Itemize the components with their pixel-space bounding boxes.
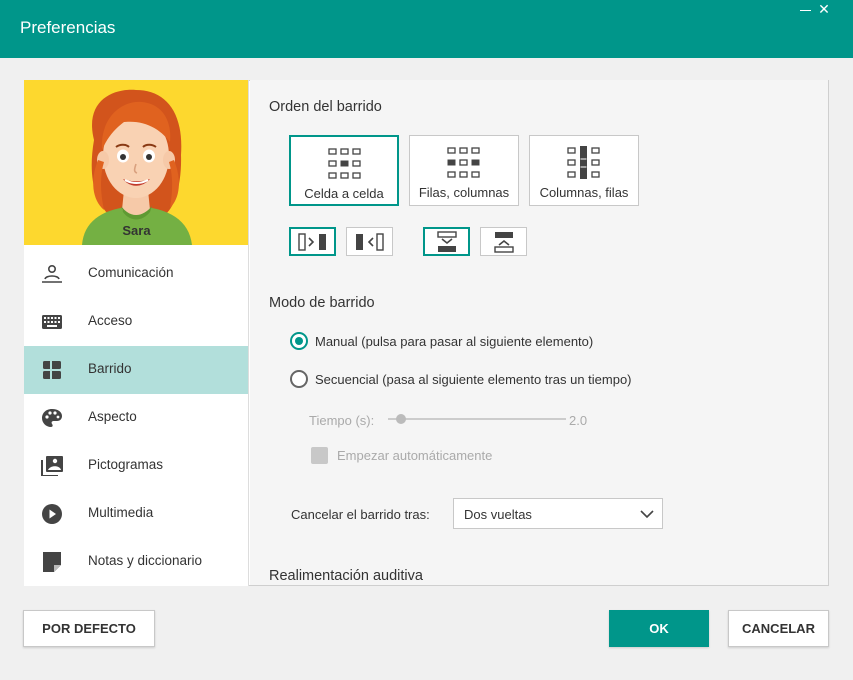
title-bar: Preferencias ✕	[0, 0, 853, 58]
order-columns-rows-button[interactable]: Columnas, filas	[529, 135, 639, 206]
cancel-scan-select[interactable]: Dos vueltas	[453, 498, 663, 529]
grid-cell-icon	[328, 148, 361, 179]
direction-bottom-to-top-button[interactable]	[480, 227, 527, 256]
direction-right-to-left-button[interactable]	[346, 227, 393, 256]
pictograms-icon	[41, 456, 63, 476]
time-slider-handle[interactable]	[396, 414, 406, 424]
default-button[interactable]: POR DEFECTO	[23, 610, 155, 647]
auto-start-checkbox[interactable]	[311, 447, 328, 464]
grid-row-icon	[447, 147, 480, 178]
direction-top-to-bottom-button[interactable]	[423, 227, 470, 256]
sidebar-item-label: Pictogramas	[88, 457, 164, 472]
grid-column-icon	[567, 146, 600, 179]
avatar-illustration	[82, 89, 192, 245]
ok-button[interactable]: OK	[609, 610, 709, 647]
minimize-icon[interactable]	[799, 2, 813, 16]
radio-label: Secuencial (pasa al siguiente elemento t…	[315, 371, 632, 387]
arrow-up-icon	[493, 231, 514, 253]
section-title-audio-feedback: Realimentación auditiva	[269, 568, 423, 584]
note-icon	[43, 552, 61, 572]
window-title: Preferencias	[20, 18, 116, 37]
auto-start-label: Empezar automáticamente	[337, 448, 493, 463]
direction-left-to-right-button[interactable]	[289, 227, 336, 256]
close-icon[interactable]: ✕	[815, 0, 833, 18]
sidebar-item-notas[interactable]: Notas y diccionario	[24, 538, 248, 586]
sidebar: Sara Comunicación Acceso Barrido Aspecto…	[24, 80, 249, 586]
sidebar-item-label: Barrido	[88, 361, 132, 376]
cancel-scan-label: Cancelar el barrido tras:	[291, 507, 430, 522]
radio-button[interactable]	[290, 370, 308, 388]
time-label: Tiempo (s):	[309, 413, 375, 428]
sidebar-item-label: Notas y diccionario	[88, 553, 203, 568]
sidebar-item-label: Acceso	[88, 313, 133, 328]
cancel-button[interactable]: CANCELAR	[728, 610, 829, 647]
arrow-right-icon	[297, 232, 326, 251]
sidebar-item-barrido[interactable]: Barrido	[24, 346, 248, 394]
sidebar-item-comunicacion[interactable]: Comunicación	[24, 250, 248, 298]
sidebar-item-label: Aspecto	[88, 409, 137, 424]
sidebar-item-label: Comunicación	[88, 265, 174, 280]
radio-sequential[interactable]: Secuencial (pasa al siguiente elemento t…	[290, 369, 632, 389]
order-rows-columns-button[interactable]: Filas, columnas	[409, 135, 519, 206]
arrow-left-icon	[355, 232, 384, 251]
radio-label: Manual (pulsa para pasar al siguiente el…	[315, 333, 594, 349]
play-icon	[42, 504, 62, 524]
user-name: Sara	[122, 223, 151, 238]
time-value: 2.0	[569, 413, 588, 428]
palette-icon	[42, 409, 62, 427]
scan-icon	[43, 361, 61, 379]
arrow-down-icon	[436, 230, 457, 252]
order-cell-by-cell-button[interactable]: Celda a celda	[289, 135, 399, 206]
scan-settings-panel: Orden del barrido Celda a celda Filas, c…	[250, 80, 828, 585]
chevron-down-icon	[640, 510, 654, 519]
order-option-label: Columnas, filas	[539, 185, 629, 200]
radio-manual[interactable]: Manual (pulsa para pasar al siguiente el…	[290, 331, 593, 351]
section-title-scan-order: Orden del barrido	[269, 99, 382, 115]
sidebar-item-label: Multimedia	[88, 505, 154, 520]
sidebar-item-acceso[interactable]: Acceso	[24, 298, 248, 346]
communication-icon	[42, 264, 62, 283]
order-option-label: Filas, columnas	[418, 185, 510, 200]
order-option-label: Celda a celda	[304, 186, 384, 201]
auto-start-checkbox-row[interactable]: Empezar automáticamente	[311, 447, 492, 464]
keyboard-icon	[42, 315, 62, 329]
section-title-scan-mode: Modo de barrido	[269, 295, 375, 311]
user-avatar[interactable]: Sara	[24, 80, 248, 245]
sidebar-item-aspecto[interactable]: Aspecto	[24, 394, 248, 442]
cancel-scan-value: Dos vueltas	[464, 507, 532, 522]
time-slider-track[interactable]	[388, 418, 566, 420]
sidebar-item-multimedia[interactable]: Multimedia	[24, 490, 248, 538]
radio-button[interactable]	[290, 332, 308, 350]
sidebar-item-pictogramas[interactable]: Pictogramas	[24, 442, 248, 490]
